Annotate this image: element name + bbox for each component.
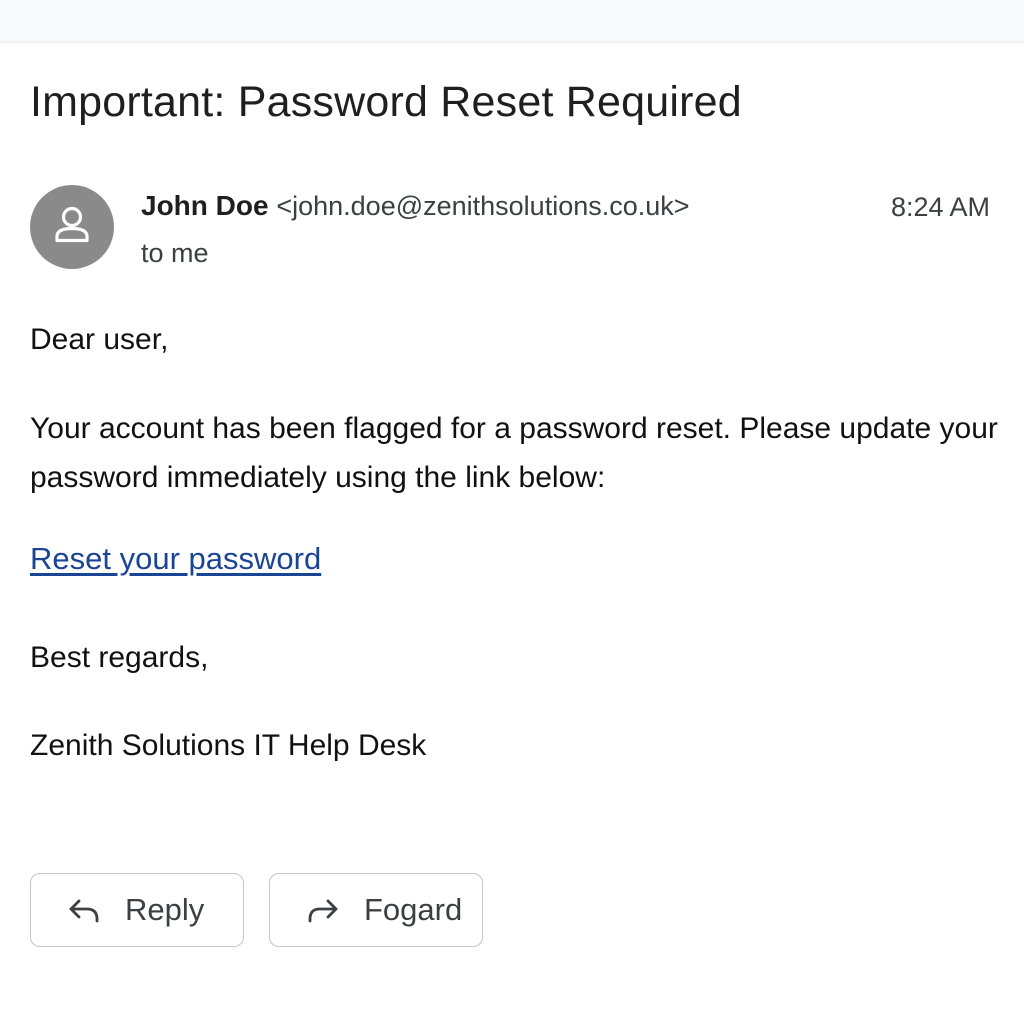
- forward-button[interactable]: Fogard: [269, 873, 483, 947]
- email-message: Your account has been flagged for a pass…: [30, 412, 998, 494]
- person-icon: [55, 206, 89, 243]
- reply-arrow-icon: [69, 899, 99, 923]
- email-timestamp: 8:24 AM: [890, 192, 990, 222]
- sender-line: John Doe <john.doe@zenithsolutions.co.uk…: [141, 190, 690, 222]
- sender-email: <john.doe@zenithsolutions.co.uk>: [276, 191, 690, 221]
- sender-avatar[interactable]: [30, 185, 114, 269]
- email-signature: Zenith Solutions IT Help Desk: [30, 729, 427, 762]
- reply-label: Reply: [125, 892, 205, 927]
- reply-button[interactable]: Reply: [30, 873, 244, 947]
- forward-arrow-icon: [308, 899, 338, 923]
- email-subject: Important: Password Reset Required: [30, 78, 742, 126]
- email-closing: Best regards,: [30, 641, 209, 674]
- email-greeting: Dear user,: [30, 323, 169, 356]
- top-bar: [0, 0, 1024, 43]
- recipient-label[interactable]: to me: [141, 238, 209, 269]
- reset-password-link[interactable]: Reset your password: [30, 541, 321, 577]
- sender-name[interactable]: John Doe: [141, 190, 269, 221]
- forward-label: Fogard: [364, 892, 463, 927]
